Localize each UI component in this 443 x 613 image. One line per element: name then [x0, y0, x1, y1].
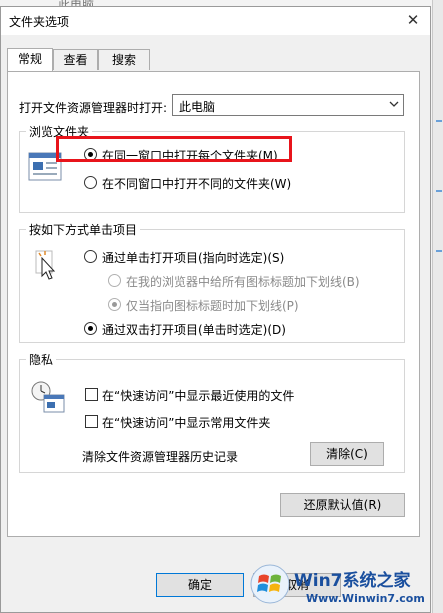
open-explorer-dropdown[interactable]: 此电脑: [172, 94, 404, 116]
show-recent-checkbox[interactable]: [85, 388, 98, 401]
double-click-radio[interactable]: [84, 322, 97, 335]
pointer-click-icon: [35, 250, 56, 280]
tab-general[interactable]: 常规: [7, 48, 53, 71]
windows-logo-icon: [250, 564, 290, 604]
annotation-highlight-box: [56, 136, 292, 162]
chevron-down-icon: [389, 101, 399, 107]
show-recent-label[interactable]: 在“快速访问”中显示最近使用的文件: [102, 387, 294, 404]
open-explorer-value: 此电脑: [179, 100, 216, 114]
underline-point-label: 仅当指向图标标题时加下划线(P): [126, 299, 299, 313]
privacy-title: 隐私: [26, 351, 57, 368]
privacy-group: 隐私 在“快速访问”中显示最近使用的文件 在“快速访问”中显示常用文件夹 清除文…: [19, 351, 405, 473]
tab-view[interactable]: 查看: [53, 49, 98, 70]
watermark-url: Www.Winwin7.com: [306, 592, 425, 605]
double-click-label[interactable]: 通过双击打开项目(单击时选定)(D): [102, 321, 286, 338]
underline-all-radio: [108, 274, 121, 287]
folder-options-dialog: 文件夹选项 ✕ 常规 查看 搜索 打开文件资源管理器时打开: 此电脑 浏览文件夹…: [0, 6, 431, 613]
watermark: Win7系统之家 Www.Winwin7.com: [246, 560, 443, 613]
ok-button[interactable]: 确定: [156, 573, 244, 597]
click-items-group: 按如下方式单击项目 通过单击打开项目(指向时选定)(S) 在我的浏览器中给所有图…: [19, 221, 405, 343]
underline-point-radio: [108, 298, 121, 311]
tab-search[interactable]: 搜索: [98, 49, 150, 70]
title-bar: 文件夹选项 ✕: [1, 7, 430, 35]
dialog-title: 文件夹选项: [9, 15, 70, 29]
clear-history-button[interactable]: 清除(C): [310, 442, 384, 466]
show-frequent-label[interactable]: 在“快速访问”中显示常用文件夹: [102, 414, 270, 431]
close-button[interactable]: ✕: [402, 10, 424, 30]
different-window-radio[interactable]: [84, 176, 97, 189]
open-explorer-label: 打开文件资源管理器时打开:: [19, 101, 168, 115]
underline-all-label: 在我的浏览器中给所有图标标题加下划线(B): [126, 275, 360, 289]
click-items-title: 按如下方式单击项目: [26, 221, 141, 238]
different-window-label[interactable]: 在不同窗口中打开不同的文件夹(W): [102, 175, 291, 192]
background-window-edge: [432, 0, 443, 613]
clear-history-label: 清除文件资源管理器历史记录: [82, 450, 239, 464]
single-click-radio[interactable]: [84, 250, 97, 263]
watermark-brand: Win7系统之家: [294, 571, 411, 591]
close-icon: ✕: [406, 11, 420, 29]
restore-defaults-button[interactable]: 还原默认值(R): [280, 493, 405, 517]
show-frequent-checkbox[interactable]: [85, 415, 98, 428]
single-click-label[interactable]: 通过单击打开项目(指向时选定)(S): [102, 249, 284, 266]
clock-history-icon: [31, 381, 65, 413]
